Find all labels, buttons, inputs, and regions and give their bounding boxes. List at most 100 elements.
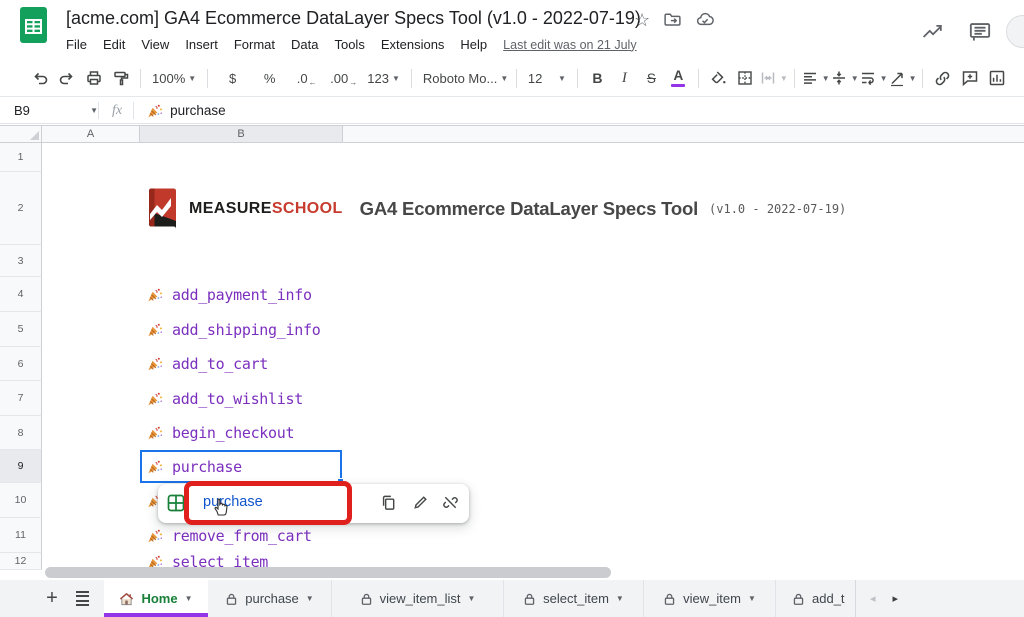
print-icon[interactable] (80, 65, 107, 91)
row-header-1[interactable]: 1 (0, 143, 42, 172)
comments-icon[interactable] (967, 21, 993, 43)
party-popper-icon (147, 103, 163, 119)
sheet-tab-view_item[interactable]: view_item▼ (644, 580, 776, 617)
strikethrough-button[interactable]: S (638, 65, 665, 91)
row-header-2[interactable]: 2 (0, 172, 42, 245)
italic-button[interactable]: I (611, 65, 638, 91)
menu-item-insert[interactable]: Insert (177, 34, 226, 55)
text-rotation-icon[interactable]: ▼ (888, 65, 917, 91)
merge-cells-icon[interactable]: ▼ (759, 65, 788, 91)
sheet-tab-bar: + Home▼purchase▼view_item_list▼select_it… (0, 580, 1024, 617)
font-select[interactable]: Roboto Mo...▼ (418, 65, 510, 91)
select-all-corner[interactable] (0, 126, 42, 142)
row-header-12[interactable]: 12 (0, 553, 42, 570)
row-header-3[interactable]: 3 (0, 245, 42, 277)
undo-icon[interactable] (26, 65, 53, 91)
party-popper-icon (147, 356, 163, 372)
party-popper-icon (147, 322, 163, 338)
increase-decimal-button[interactable]: .00→ (325, 65, 362, 91)
fill-color-icon[interactable] (705, 65, 732, 91)
insert-link-icon[interactable] (929, 65, 956, 91)
zoom-select[interactable]: 100%▼ (147, 65, 201, 91)
sheet-tab-purchase[interactable]: purchase▼ (208, 580, 332, 617)
next-sheets-icon[interactable]: ▸ (893, 592, 899, 605)
event-link-add_to_wishlist[interactable]: add_to_wishlist (172, 390, 303, 408)
row-header-7[interactable]: 7 (0, 381, 42, 416)
name-box[interactable]: B9▼ (0, 103, 98, 118)
row-header-9[interactable]: 9 (0, 450, 42, 483)
lock-icon (360, 592, 373, 606)
sheet-tab-home[interactable]: Home▼ (104, 580, 208, 617)
column-header-a[interactable]: A (42, 126, 140, 142)
avatar[interactable] (1006, 15, 1024, 48)
row-header-8[interactable]: 8 (0, 416, 42, 450)
party-popper-icon (147, 528, 163, 544)
bold-button[interactable]: B (584, 65, 611, 91)
chevron-down-icon: ▼ (468, 594, 476, 603)
row-header-5[interactable]: 5 (0, 312, 42, 347)
insert-comment-icon[interactable] (956, 65, 983, 91)
number-format-button[interactable]: 123▼ (362, 65, 405, 91)
vertical-align-icon[interactable]: ▼ (830, 65, 859, 91)
event-link-cell: add_shipping_info (147, 321, 320, 339)
grid-row-7: 7 add_to_wishlist (0, 381, 1024, 416)
spec-rules-icon[interactable] (920, 22, 945, 42)
document-title[interactable]: [acme.com] GA4 Ecommerce DataLayer Specs… (66, 8, 641, 29)
row-header-6[interactable]: 6 (0, 347, 42, 381)
text-wrap-icon[interactable]: ▼ (859, 65, 888, 91)
last-edit-link[interactable]: Last edit was on 21 July (503, 38, 636, 52)
row-header-4[interactable]: 4 (0, 277, 42, 312)
star-icon[interactable]: ☆ (634, 11, 650, 29)
insert-chart-icon[interactable] (983, 65, 1010, 91)
menu-item-format[interactable]: Format (226, 34, 283, 55)
title-actions: ☆ (634, 10, 715, 29)
edit-icon[interactable] (412, 494, 429, 511)
horizontal-scrollbar[interactable] (45, 567, 611, 578)
event-link-add_payment_info[interactable]: add_payment_info (172, 286, 312, 304)
sheet-tab-add_t[interactable]: add_t (776, 580, 856, 617)
paint-format-icon[interactable] (107, 65, 134, 91)
redo-icon[interactable] (53, 65, 80, 91)
lock-icon (523, 592, 536, 606)
row-header-11[interactable]: 11 (0, 518, 42, 553)
format-currency-button[interactable]: $ (214, 65, 251, 91)
event-link-add_to_cart[interactable]: add_to_cart (172, 355, 268, 373)
menu-item-file[interactable]: File (58, 34, 95, 55)
column-header-b[interactable]: B (140, 126, 343, 142)
prev-sheets-icon[interactable]: ◂ (870, 592, 876, 605)
tab-label: view_item (683, 591, 741, 606)
sheets-grid-icon (167, 494, 185, 512)
copy-icon[interactable] (380, 494, 397, 511)
move-folder-icon[interactable] (663, 10, 682, 29)
format-percent-button[interactable]: % (251, 65, 288, 91)
unlink-icon[interactable] (442, 494, 459, 511)
font-size-select[interactable]: 12▼ (523, 65, 571, 91)
house-icon (119, 592, 134, 606)
event-link-cell: remove_from_cart (147, 527, 312, 545)
borders-icon[interactable] (732, 65, 759, 91)
event-link-remove_from_cart[interactable]: remove_from_cart (172, 527, 312, 545)
menu-item-tools[interactable]: Tools (326, 34, 372, 55)
row-header-10[interactable]: 10 (0, 483, 42, 518)
all-sheets-button[interactable] (67, 580, 97, 617)
event-link-begin_checkout[interactable]: begin_checkout (172, 424, 294, 442)
sheet-tab-select_item[interactable]: select_item▼ (504, 580, 644, 617)
menu-item-data[interactable]: Data (283, 34, 326, 55)
sheet-tab-view_item_list[interactable]: view_item_list▼ (332, 580, 504, 617)
cloud-saved-icon[interactable] (695, 10, 715, 29)
formula-input[interactable]: purchase (147, 103, 226, 119)
menu-item-edit[interactable]: Edit (95, 34, 133, 55)
grid-row-8: 8 begin_checkout (0, 416, 1024, 450)
decrease-decimal-button[interactable]: .0← (288, 65, 325, 91)
menu-item-view[interactable]: View (133, 34, 177, 55)
menu-item-extensions[interactable]: Extensions (373, 34, 453, 55)
add-sheet-button[interactable]: + (37, 580, 67, 617)
horizontal-align-icon[interactable]: ▼ (801, 65, 830, 91)
menu-item-help[interactable]: Help (452, 34, 495, 55)
sheet-heading-version: (v1.0 - 2022-07-19) (709, 202, 846, 216)
text-color-button[interactable]: A (665, 65, 692, 91)
event-link-add_shipping_info[interactable]: add_shipping_info (172, 321, 320, 339)
cursor-icon (211, 495, 231, 517)
sheets-logo-icon[interactable] (20, 7, 47, 43)
chevron-down-icon: ▼ (185, 594, 193, 603)
